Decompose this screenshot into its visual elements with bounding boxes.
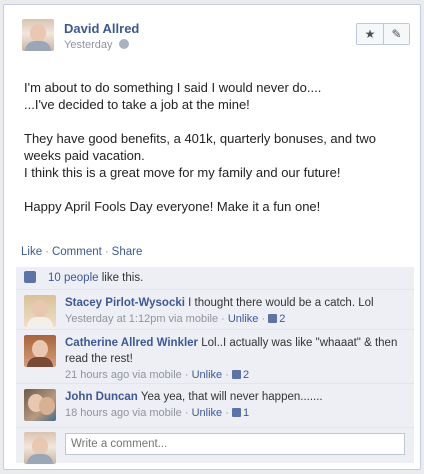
avatar-face — [32, 340, 48, 358]
comment-item: Stacey Pirlot-Wysocki I thought there wo… — [16, 289, 414, 329]
comment-input[interactable] — [65, 433, 405, 455]
comment-text-block: Catherine Allred Winkler Lol..I actually… — [65, 335, 405, 383]
post-paragraph: They have good benefits, a 401k, quarter… — [24, 131, 376, 180]
post-actions: Like · Comment · Share — [21, 246, 142, 258]
comment-like-count-value: 2 — [242, 369, 250, 381]
post-body: I'm about to do something I said I would… — [24, 79, 408, 232]
avatar-shirt — [27, 357, 53, 367]
comment-text-block: Stacey Pirlot-Wysocki I thought there wo… — [65, 295, 405, 327]
comment-like-count[interactable]: 2 — [268, 313, 285, 325]
commenter-name[interactable]: John Duncan — [65, 391, 138, 403]
thumbs-up-icon — [268, 314, 278, 323]
avatar-face — [32, 300, 48, 318]
separator: · — [104, 246, 109, 258]
comment-meta: 18 hours ago via mobile · Unlike · 1 — [65, 407, 250, 419]
comment-like-count[interactable]: 2 — [231, 369, 250, 381]
likes-suffix: like this. — [98, 272, 144, 284]
avatar-shirt — [25, 41, 51, 51]
thumbs-up-icon — [24, 271, 36, 283]
commenter-avatar[interactable] — [24, 335, 56, 367]
author-avatar[interactable] — [22, 19, 54, 51]
post-time[interactable]: Yesterday — [64, 39, 113, 51]
commenter-avatar[interactable] — [24, 389, 56, 421]
pencil-icon[interactable]: ✎ — [383, 24, 409, 44]
author-name[interactable]: David Allred — [64, 21, 139, 36]
like-link[interactable]: Like — [21, 246, 42, 258]
post-tools: ★ ✎ — [356, 23, 410, 45]
separator: · — [45, 246, 49, 258]
comment-composer — [16, 427, 414, 464]
post-header: David Allred Yesterday ★ ✎ — [22, 19, 412, 59]
commenter-name[interactable]: Stacey Pirlot-Wysocki — [65, 297, 185, 309]
comment-time[interactable]: Yesterday at 1:12pm via mobile — [65, 313, 218, 325]
post-paragraph: Happy April Fools Day everyone! Make it … — [24, 199, 321, 214]
comment-time[interactable]: 18 hours ago via mobile — [65, 407, 182, 419]
comment-link[interactable]: Comment — [52, 246, 102, 258]
comment-like-count[interactable]: 1 — [231, 407, 250, 419]
commenter-name[interactable]: Catherine Allred Winkler — [65, 337, 198, 349]
comment-text-block: John Duncan Yea yea, that will never hap… — [65, 389, 405, 421]
commenter-avatar[interactable] — [24, 295, 56, 327]
likes-row: 10 people like this. — [16, 267, 414, 289]
comment-like-count-value: 2 — [279, 313, 286, 325]
unlike-link[interactable]: Unlike — [228, 313, 259, 325]
viewer-avatar — [24, 432, 56, 464]
post-meta: Yesterday — [64, 39, 129, 51]
likes-text: 10 people like this. — [48, 272, 143, 284]
comment-item: Catherine Allred Winkler Lol..I actually… — [16, 329, 414, 383]
post-paragraph: I'm about to do something I said I would… — [24, 80, 322, 112]
thumbs-up-icon — [231, 370, 241, 379]
comment-text: I thought there would be a catch. Lol — [188, 297, 374, 309]
share-link[interactable]: Share — [112, 246, 143, 258]
star-icon[interactable]: ★ — [357, 24, 383, 44]
avatar-shirt — [27, 454, 53, 464]
comment-time[interactable]: 21 hours ago via mobile — [65, 369, 182, 381]
likes-people-link[interactable]: 10 people — [48, 272, 99, 284]
unlike-link[interactable]: Unlike — [192, 407, 223, 419]
avatar-face — [32, 437, 48, 455]
post-card: David Allred Yesterday ★ ✎ I'm about to … — [3, 4, 421, 470]
avatar-shirt — [27, 317, 53, 327]
comment-meta: Yesterday at 1:12pm via mobile · Unlike … — [65, 313, 286, 325]
comment-like-count-value: 1 — [242, 407, 250, 419]
thumbs-up-icon — [231, 408, 241, 417]
comment-text: Yea yea, that will never happen....... — [140, 391, 323, 403]
avatar-face — [39, 397, 55, 415]
comment-item: John Duncan Yea yea, that will never hap… — [16, 383, 414, 427]
globe-icon[interactable] — [118, 39, 129, 49]
avatar-face — [30, 24, 46, 42]
comment-meta: 21 hours ago via mobile · Unlike · 2 — [65, 369, 250, 381]
unlike-link[interactable]: Unlike — [192, 369, 223, 381]
